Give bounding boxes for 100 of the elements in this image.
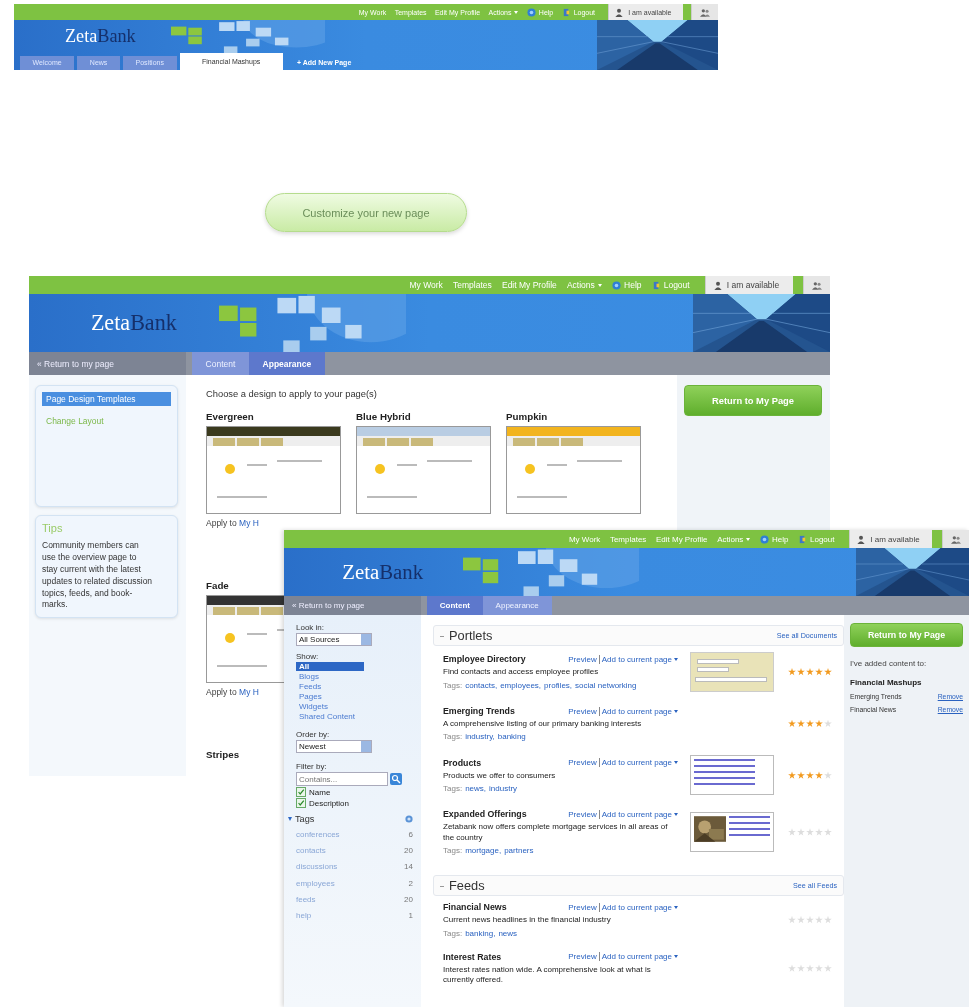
preview-link[interactable]: Preview	[568, 902, 597, 912]
header-link[interactable]: My Work	[409, 280, 443, 290]
tag-link[interactable]: banking	[497, 732, 526, 742]
back-link[interactable]: « Return to my page	[284, 596, 421, 615]
star-rating[interactable]	[788, 828, 832, 837]
item-title: Financial News	[443, 902, 507, 913]
look-in-dropdown[interactable]: All Sources	[296, 633, 372, 646]
tag-link[interactable]: mortgage,	[465, 846, 502, 856]
preview-link[interactable]: Preview	[568, 952, 597, 962]
tag-link[interactable]: conferences	[296, 827, 340, 843]
tag-link[interactable]: social networking	[575, 680, 637, 690]
tags-label: Tags:	[443, 732, 463, 742]
customize-button[interactable]: Customize your new page	[265, 193, 467, 232]
caret-icon	[674, 709, 678, 713]
filter-option[interactable]: Blogs	[296, 672, 413, 681]
tags-label: Tags:	[443, 846, 463, 856]
contacts-button[interactable]	[942, 530, 969, 548]
tag-link[interactable]: banking,	[465, 928, 496, 938]
item-description: Interest rates nation wide. A comprehensive look at what is currently offered.	[443, 964, 652, 986]
tag-link[interactable]: feeds	[296, 891, 316, 907]
status-selector[interactable]: I am available	[848, 530, 933, 548]
tag-count: 1	[408, 909, 413, 922]
section-title[interactable]: Portlets	[440, 628, 493, 643]
tab[interactable]: Appearance	[482, 596, 552, 615]
checkbox[interactable]	[296, 787, 306, 797]
template-thumbnail[interactable]	[506, 426, 641, 514]
search-button[interactable]	[390, 773, 402, 785]
filter-option[interactable]: Feeds	[296, 682, 413, 691]
add-to-page-link[interactable]: Add to current page	[598, 758, 672, 768]
apply-link[interactable]: My H	[239, 518, 259, 528]
star-rating[interactable]	[788, 668, 832, 676]
tab[interactable]: Appearance	[248, 352, 325, 375]
header-link[interactable]: Help	[759, 534, 789, 544]
header-link[interactable]: My Work	[568, 534, 601, 544]
filter-field[interactable]: Contains...	[296, 772, 388, 786]
add-to-page-link[interactable]: Add to current page	[598, 706, 672, 716]
caret-icon	[674, 955, 678, 959]
template-name: Blue Hybrid	[356, 411, 411, 422]
order-dropdown[interactable]: Newest	[296, 740, 372, 753]
preview-link[interactable]: Preview	[568, 654, 597, 664]
tags-heading[interactable]: Tags	[288, 814, 315, 824]
menu-item[interactable]: Change Layout	[42, 414, 171, 428]
checkbox[interactable]	[296, 798, 306, 808]
panel-note: I've added content to:	[850, 659, 928, 668]
menu-item[interactable]: Page Design Templates	[42, 392, 171, 406]
tag-link[interactable]: contacts	[296, 843, 326, 859]
status-selector[interactable]: I am available	[704, 276, 793, 294]
add-to-page-link[interactable]: Add to current page	[598, 902, 672, 912]
logo: ZetaBank	[90, 310, 177, 336]
apply-link[interactable]: My H	[239, 687, 259, 697]
header-link[interactable]: Templates	[453, 280, 492, 290]
tag-link[interactable]: discussions	[296, 859, 338, 875]
tag-link[interactable]: contacts,	[465, 680, 498, 690]
tag-link[interactable]: help	[296, 907, 312, 924]
contacts-button[interactable]	[691, 4, 718, 20]
tag-link[interactable]: news	[498, 928, 518, 938]
tag-link[interactable]: news,	[465, 784, 487, 794]
item-title: Expanded Offerings	[443, 809, 527, 820]
filter-option[interactable]: Shared Content	[296, 712, 413, 721]
header-link[interactable]: Help	[612, 280, 642, 290]
back-link[interactable]: « Return to my page	[29, 352, 186, 375]
tag-link[interactable]: industry,	[465, 732, 495, 742]
return-button[interactable]: Return to My Page	[684, 385, 822, 416]
item-description: Current news headlines in the financial industry	[443, 915, 612, 926]
template-name: Evergreen	[206, 411, 254, 422]
contacts-button[interactable]	[803, 276, 830, 294]
tab[interactable]: Content	[192, 352, 249, 375]
tag-link[interactable]: profiles,	[544, 680, 573, 690]
header-link[interactable]: Actions	[717, 534, 751, 544]
header-link[interactable]: Logout	[651, 280, 690, 290]
person-icon	[712, 280, 723, 290]
filter-option[interactable]: Widgets	[296, 702, 413, 711]
add-to-page-link[interactable]: Add to current page	[598, 952, 672, 962]
preview-link[interactable]: Preview	[568, 706, 597, 716]
logout-icon	[798, 534, 807, 544]
header-link[interactable]: Actions	[566, 280, 602, 290]
tags-label: Tags:	[443, 680, 463, 690]
preview-link[interactable]: Preview	[568, 758, 597, 768]
template-thumbnail[interactable]	[356, 426, 491, 514]
preview-link[interactable]: Preview	[568, 809, 597, 819]
item-title: Emerging Trends	[443, 706, 515, 716]
filter-option[interactable]: Pages	[296, 692, 413, 701]
header-link[interactable]: Edit My Profile	[501, 280, 557, 290]
filter-option[interactable]: All	[296, 662, 364, 671]
tab[interactable]: Content	[427, 596, 483, 615]
header-link[interactable]: Edit My Profile	[655, 534, 708, 544]
add-to-page-link[interactable]: Add to current page	[598, 809, 672, 819]
tips-title: Tips	[42, 522, 64, 534]
header-link[interactable]: Logout	[798, 534, 835, 544]
add-to-page-link[interactable]: Add to current page	[598, 654, 672, 664]
tag-link[interactable]: employees	[296, 875, 335, 891]
template-thumbnail[interactable]	[206, 426, 341, 514]
tag-link[interactable]: partners	[504, 846, 534, 856]
header-link[interactable]: Templates	[609, 534, 647, 544]
field-label: Filter by:	[296, 762, 328, 771]
item-description: Products we offer to consumers	[443, 770, 557, 782]
tag-link[interactable]: industry	[489, 784, 518, 794]
return-button[interactable]: Return to My Page	[850, 623, 963, 647]
section-title[interactable]: Feeds	[440, 878, 485, 894]
tag-link[interactable]: employees,	[500, 680, 542, 690]
